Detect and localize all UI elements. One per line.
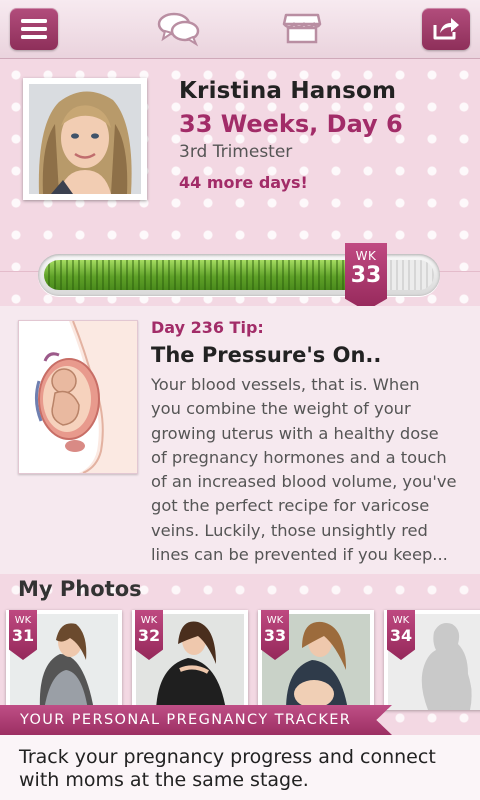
menu-button[interactable] (10, 8, 58, 50)
photo-wk-label: WK (266, 615, 284, 626)
week-badge-label: WK (355, 249, 377, 263)
top-toolbar (0, 0, 480, 59)
photo-week-34-placeholder[interactable]: WK 34 (384, 610, 480, 710)
store-button[interactable] (282, 11, 322, 45)
tip-day-label: Day 236 Tip: (151, 318, 264, 337)
photo-week-31[interactable]: WK 31 (6, 610, 122, 710)
share-button[interactable] (422, 8, 470, 50)
tip-title: The Pressure's On.. (151, 343, 382, 367)
promo-subtext: Track your pregnancy progress and connec… (19, 746, 436, 791)
chat-button[interactable] (157, 11, 201, 47)
week-badge-number: 33 (350, 263, 382, 288)
photo-wk-number: 33 (263, 626, 287, 645)
tip-body: Your blood vessels, that is. When you co… (151, 375, 457, 565)
photo-wk-number: 34 (389, 626, 413, 645)
photo-wk-number: 32 (137, 626, 161, 645)
photo-wk-label: WK (140, 615, 158, 626)
user-name: Kristina Hansom (179, 78, 397, 104)
photo-week-33[interactable]: WK 33 (258, 610, 374, 710)
menu-icon (21, 19, 47, 39)
photo-wk-label: WK (14, 615, 32, 626)
photo-week-badge: WK 34 (387, 610, 415, 660)
promo-banner: YOUR PERSONAL PREGNANCY TRACKER (0, 705, 392, 735)
avatar-photo (29, 84, 141, 194)
share-icon (433, 18, 459, 40)
photos-title: My Photos (18, 577, 142, 601)
days-remaining: 44 more days! (179, 173, 308, 192)
photo-wk-number: 31 (11, 626, 35, 645)
photo-week-32[interactable]: WK 32 (132, 610, 248, 710)
photo-wk-label: WK (392, 615, 410, 626)
photo-week-badge: WK 32 (135, 610, 163, 660)
tip-illustration (18, 320, 138, 474)
pregnancy-week: 33 Weeks, Day 6 (179, 110, 403, 138)
avatar[interactable] (23, 78, 147, 200)
chat-icon (157, 12, 200, 47)
store-icon (282, 13, 322, 44)
photo-week-badge: WK 33 (261, 610, 289, 660)
current-week-badge: WK 33 (345, 243, 387, 311)
trimester: 3rd Trimester (179, 142, 293, 162)
progress-fill (44, 260, 366, 290)
photo-week-badge: WK 31 (9, 610, 37, 660)
